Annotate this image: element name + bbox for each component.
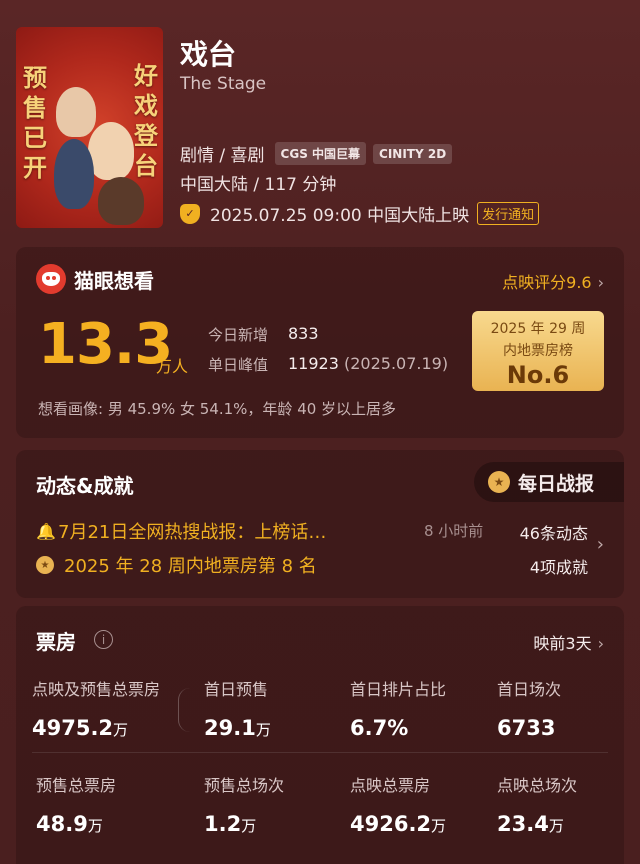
stat-value: 4975.2万 — [32, 716, 129, 740]
stat-label: 预售总票房 — [36, 776, 117, 795]
movie-title: 戏台 — [180, 38, 237, 71]
stat-cell: 首日排片占比 6.7% — [350, 676, 446, 740]
poster-left-text: 预售已开 — [23, 64, 47, 182]
release-date: 2025.07.25 09:00 中国大陆上映 — [210, 206, 470, 226]
movie-poster[interactable]: 预售已开 好戏登台 — [16, 27, 163, 228]
medal-icon: ★ — [488, 471, 510, 493]
want-to-see-card: 猫眼想看 点映评分9.6 › 13.3 万人 今日新增 833 单日峰值 1192… — [16, 247, 624, 438]
peak-number: 11923 — [288, 354, 339, 373]
stat-label: 首日预售 — [204, 680, 269, 699]
genre-text: 剧情 / 喜剧 — [180, 146, 265, 166]
days-before-release-label: 映前3天 — [533, 634, 592, 653]
stat-cell: 预售总票房 48.9万 — [36, 772, 116, 836]
stat-label: 点映总场次 — [497, 776, 578, 795]
today-new-label: 今日新增 — [208, 326, 269, 344]
want-unit: 万人 — [156, 357, 189, 376]
chevron-right-icon: › — [597, 634, 604, 653]
stat-value: 29.1万 — [204, 716, 271, 740]
preview-score-link[interactable]: 点映评分9.6 › — [502, 269, 604, 293]
bell-icon: 🔔 — [36, 521, 56, 541]
chevron-right-icon: › — [597, 273, 604, 292]
divider — [178, 688, 190, 732]
stat-value: 4926.2万 — [350, 812, 447, 836]
movie-subtitle: The Stage — [180, 74, 267, 94]
stat-cell: 点映及预售总票房 4975.2万 — [32, 676, 160, 740]
peak-date: (2025.07.19) — [344, 354, 449, 373]
stat-cell: 点映总票房 4926.2万 — [350, 772, 446, 836]
stat-cell: 点映总场次 23.4万 — [497, 772, 577, 836]
today-new-value: 833 — [288, 324, 319, 343]
stat-cell: 预售总场次 1.2万 — [204, 772, 284, 836]
dynamic-count: 46条动态 — [519, 524, 588, 543]
rank-board: 内地票房榜 — [503, 343, 573, 359]
dynamics-title: 动态&成就 — [36, 474, 134, 498]
shield-icon: ✓ — [180, 203, 200, 224]
dynamic-item-time: 8 小时前 — [424, 522, 484, 540]
dynamic-item[interactable]: 🔔 7月21日全网热搜战报：上榜话… — [36, 518, 326, 544]
stat-label: 点映及预售总票房 — [32, 680, 161, 699]
preview-score-label: 点映评分 — [502, 273, 567, 292]
movie-header: 预售已开 好戏登台 戏台 The Stage 剧情 / 喜剧 CGS 中国巨幕 … — [0, 0, 640, 245]
stat-value: 6.7% — [350, 716, 409, 740]
stat-value: 23.4万 — [497, 812, 564, 836]
achievement-item-text: 2025 年 28 周内地票房第 8 名 — [64, 556, 317, 577]
box-office-title: 票房 — [36, 630, 76, 654]
country-duration: 中国大陆 / 117 分钟 — [180, 175, 337, 195]
want-count: 13.3 — [38, 312, 173, 377]
rank-value: No.6 — [506, 361, 570, 389]
poster-right-text: 好戏登台 — [134, 62, 158, 180]
stat-value: 1.2万 — [204, 812, 257, 836]
box-office-card: 票房 i 映前3天 › 点映及预售总票房 4975.2万 首日预售 29.1万 首… — [16, 606, 624, 864]
divider — [32, 752, 608, 753]
poster-figure — [98, 177, 144, 225]
daily-report-button[interactable]: ★ 每日战报 — [474, 462, 624, 502]
dynamic-item-text: 7月21日全网热搜战报：上榜话… — [58, 522, 327, 543]
release-row: ✓ 2025.07.25 09:00 中国大陆上映 发行通知 — [180, 201, 540, 226]
stat-value: 6733 — [497, 716, 556, 740]
preview-score-value: 9.6 — [566, 273, 592, 292]
poster-figure — [88, 122, 134, 180]
achievement-count: 4项成就 — [529, 558, 588, 577]
stat-label: 预售总场次 — [204, 776, 285, 795]
stat-cell: 首日预售 29.1万 — [204, 676, 271, 740]
chevron-right-icon: › — [596, 534, 604, 555]
days-before-release-link[interactable]: 映前3天 › — [533, 630, 604, 654]
rank-week: 2025 年 29 周 — [490, 321, 586, 337]
format-tag: CINITY 2D — [373, 143, 453, 164]
stat-label: 点映总票房 — [350, 776, 431, 795]
release-notice-button[interactable]: 发行通知 — [477, 202, 540, 225]
stat-label: 首日排片占比 — [350, 680, 447, 699]
peak-label: 单日峰值 — [208, 356, 269, 374]
medal-icon: ★ — [36, 556, 54, 574]
format-tag: CGS 中国巨幕 — [274, 142, 367, 165]
stat-label: 首日场次 — [497, 680, 562, 699]
dynamics-card[interactable]: 动态&成就 ★ 每日战报 🔔 7月21日全网热搜战报：上榜话… 8 小时前 46… — [16, 450, 624, 598]
poster-figure — [56, 87, 96, 137]
maoyan-cat-icon — [36, 264, 66, 294]
daily-report-label: 每日战报 — [518, 472, 595, 495]
achievement-item[interactable]: ★ 2025 年 28 周内地票房第 8 名 — [36, 552, 317, 578]
info-icon[interactable]: i — [94, 630, 113, 649]
audience-demographics: 想看画像: 男 45.9% 女 54.1%，年龄 40 岁以上居多 — [38, 400, 397, 418]
stat-cell: 首日场次 6733 — [497, 676, 561, 740]
weekly-rank-badge[interactable]: 2025 年 29 周 内地票房榜 No.6 — [472, 311, 604, 391]
peak-value: 11923 (2025.07.19) — [288, 354, 448, 373]
genre-row: 剧情 / 喜剧 CGS 中国巨幕 CINITY 2D — [180, 141, 459, 166]
maoyan-title: 猫眼想看 — [74, 269, 154, 293]
poster-figure — [54, 139, 94, 209]
stat-value: 48.9万 — [36, 812, 103, 836]
